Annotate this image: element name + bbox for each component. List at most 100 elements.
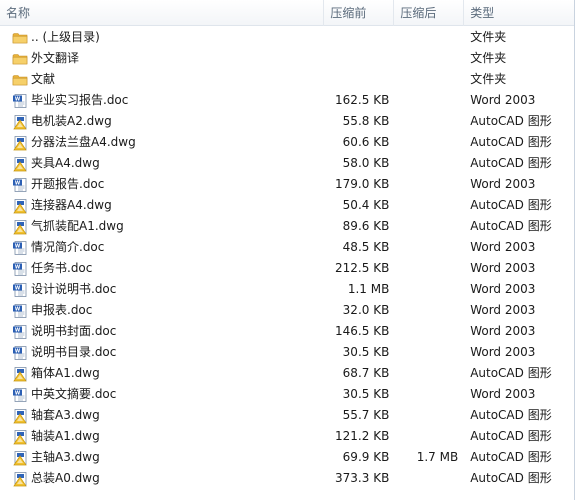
file-type: Word 2003 (470, 303, 536, 317)
word-doc-icon: W (12, 303, 28, 319)
file-name: 外文翻译 (31, 51, 80, 65)
file-name: 气抓装配A1.dwg (31, 219, 124, 233)
file-size: 121.2 KB (335, 429, 390, 443)
file-row[interactable]: W 开题报告.doc 179.0 KB Word 2003 (0, 174, 574, 195)
file-compressed-size (389, 216, 458, 237)
file-row[interactable]: W 设计说明书.doc 1.1 MB Word 2003 (0, 279, 574, 300)
file-size: 146.5 KB (335, 324, 390, 338)
file-row[interactable]: W 说明书目录.doc 30.5 KB Word 2003 (0, 342, 574, 363)
file-size: 68.7 KB (342, 366, 390, 380)
autocad-dwg-icon (12, 471, 28, 487)
file-row[interactable]: W 毕业实习报告.doc 162.5 KB Word 2003 (0, 90, 574, 111)
file-size: 179.0 KB (335, 177, 390, 191)
word-doc-icon: W (12, 324, 28, 340)
svg-text:W: W (15, 96, 21, 102)
file-name-cell: .. (上级目录) (0, 27, 324, 48)
file-size: 30.5 KB (342, 387, 390, 401)
file-row[interactable]: W 中英文摘要.doc 30.5 KB Word 2003 (0, 384, 574, 405)
file-compressed-size (389, 69, 458, 90)
file-row[interactable]: W 说明书封面.doc 146.5 KB Word 2003 (0, 321, 574, 342)
file-size: 48.5 KB (342, 240, 390, 254)
file-name: 任务书.doc (31, 261, 93, 275)
file-row[interactable]: 轴装A1.dwg 121.2 KB AutoCAD 图形 (0, 426, 574, 447)
autocad-dwg-icon (12, 408, 28, 424)
file-name: 毕业实习报告.doc (31, 93, 129, 107)
autocad-dwg-icon (12, 429, 28, 445)
file-name-cell: 轴装A1.dwg (0, 426, 324, 447)
file-type: AutoCAD 图形 (470, 408, 552, 422)
file-row[interactable]: 气抓装配A1.dwg 89.6 KB AutoCAD 图形 (0, 216, 574, 237)
file-row[interactable]: 分器法兰盘A4.dwg 60.6 KB AutoCAD 图形 (0, 132, 574, 153)
autocad-dwg-icon (12, 156, 28, 172)
word-doc-icon: W (12, 282, 28, 298)
file-type: AutoCAD 图形 (470, 471, 552, 485)
file-compressed-size: 1.7 MB (416, 450, 459, 464)
file-type: 文件夹 (470, 51, 507, 65)
file-row[interactable]: 夹具A4.dwg 58.0 KB AutoCAD 图形 (0, 153, 574, 174)
file-compressed-size (389, 27, 458, 48)
folder-icon (12, 72, 28, 88)
file-row[interactable]: 电机装A2.dwg 55.8 KB AutoCAD 图形 (0, 111, 574, 132)
column-header-size[interactable]: 压缩前 (324, 0, 395, 26)
file-row[interactable]: 箱体A1.dwg 68.7 KB AutoCAD 图形 (0, 363, 574, 384)
file-row[interactable]: 文献 文件夹 (0, 69, 574, 90)
word-doc-icon: W (12, 345, 28, 361)
file-type: Word 2003 (470, 240, 536, 254)
file-size: 55.7 KB (342, 408, 390, 422)
file-compressed-size (389, 300, 458, 321)
file-row[interactable]: 主轴A3.dwg 69.9 KB 1.7 MB AutoCAD 图形 (0, 447, 574, 468)
file-compressed-size (389, 279, 458, 300)
file-name: 文献 (31, 72, 56, 86)
file-compressed-size (389, 384, 458, 405)
file-size: 60.6 KB (342, 135, 390, 149)
word-doc-icon: W (12, 93, 28, 109)
file-list: .. (上级目录) 文件夹 外文翻译 文件夹 文献 文件夹 W 毕业实习报告.doc 162.5… (0, 26, 574, 489)
file-type: AutoCAD 图形 (470, 429, 552, 443)
file-size: 373.3 KB (335, 471, 390, 485)
file-name-cell: W 开题报告.doc (0, 174, 324, 195)
file-size: 30.5 KB (342, 345, 390, 359)
file-row[interactable]: 连接器A4.dwg 50.4 KB AutoCAD 图形 (0, 195, 574, 216)
file-compressed-size (389, 48, 458, 69)
file-row[interactable]: 外文翻译 文件夹 (0, 48, 574, 69)
file-name: 申报表.doc (31, 303, 93, 317)
file-type: AutoCAD 图形 (470, 198, 552, 212)
file-row[interactable]: W 任务书.doc 212.5 KB Word 2003 (0, 258, 574, 279)
file-size: 212.5 KB (335, 261, 390, 275)
file-size: 58.0 KB (342, 156, 390, 170)
file-row[interactable]: 轴套A3.dwg 55.7 KB AutoCAD 图形 (0, 405, 574, 426)
file-name-cell: 分器法兰盘A4.dwg (0, 132, 324, 153)
autocad-dwg-icon (12, 450, 28, 466)
file-compressed-size (389, 237, 458, 258)
svg-text:W: W (15, 348, 21, 354)
column-header-name[interactable]: 名称 (0, 0, 325, 26)
file-type: 文件夹 (470, 30, 507, 44)
file-compressed-size (389, 405, 458, 426)
file-name: 设计说明书.doc (31, 282, 117, 296)
file-type: Word 2003 (470, 261, 536, 275)
file-type: AutoCAD 图形 (470, 450, 552, 464)
column-header-type[interactable]: 类型 (464, 0, 574, 26)
svg-text:W: W (15, 243, 21, 249)
file-name-cell: W 情况简介.doc (0, 237, 324, 258)
file-size: 1.1 MB (347, 282, 390, 296)
column-header-compressed-size[interactable]: 压缩后 (394, 0, 465, 26)
file-name-cell: 外文翻译 (0, 48, 324, 69)
file-size (324, 27, 389, 48)
file-type: Word 2003 (470, 282, 536, 296)
file-name: 说明书封面.doc (31, 324, 117, 338)
file-name-cell: 气抓装配A1.dwg (0, 216, 324, 237)
file-name-cell: W 设计说明书.doc (0, 279, 324, 300)
file-row[interactable]: 总装A0.dwg 373.3 KB AutoCAD 图形 (0, 468, 574, 489)
file-type: AutoCAD 图形 (470, 366, 552, 380)
file-name: 中英文摘要.doc (31, 387, 117, 401)
file-name: .. (上级目录) (31, 30, 100, 44)
file-compressed-size (389, 153, 458, 174)
file-row[interactable]: W 申报表.doc 32.0 KB Word 2003 (0, 300, 574, 321)
svg-text:W: W (15, 390, 21, 396)
file-type: AutoCAD 图形 (470, 114, 552, 128)
file-compressed-size (389, 111, 458, 132)
file-compressed-size (389, 342, 458, 363)
file-row[interactable]: .. (上级目录) 文件夹 (0, 27, 574, 48)
file-row[interactable]: W 情况简介.doc 48.5 KB Word 2003 (0, 237, 574, 258)
